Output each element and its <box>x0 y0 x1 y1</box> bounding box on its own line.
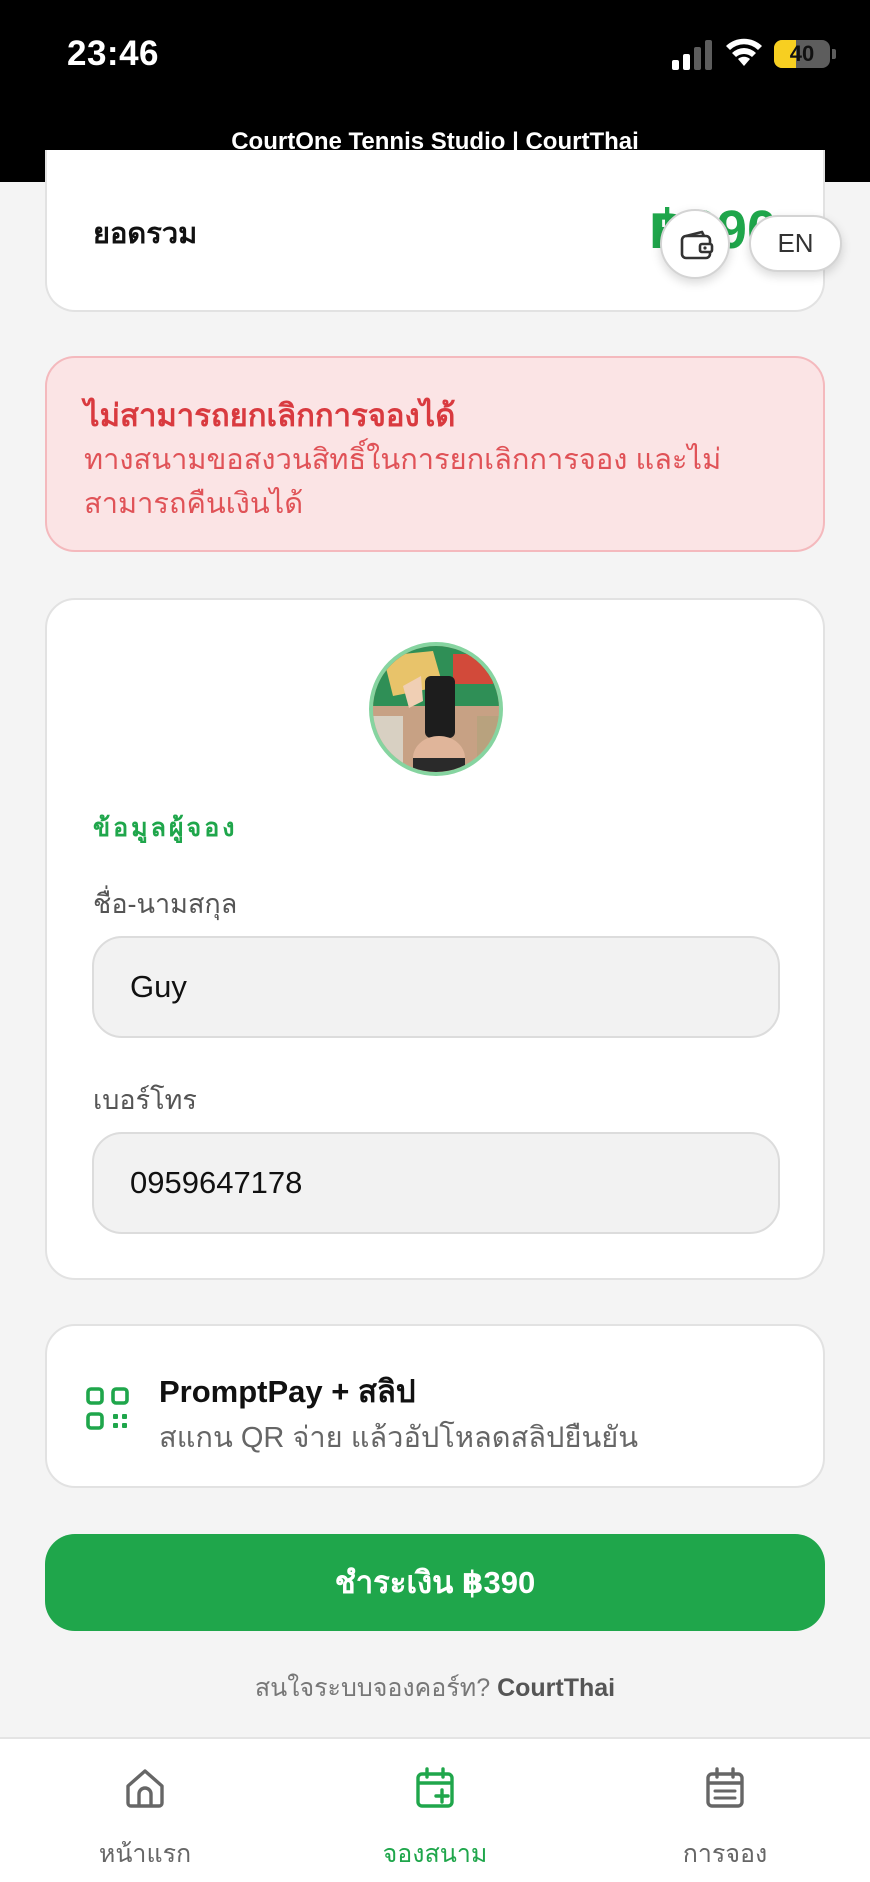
booker-info-card: ข้อมูลผู้จอง ชื่อ-นามสกุล Guy เบอร์โทร 0… <box>45 598 825 1280</box>
name-input[interactable]: Guy <box>92 936 780 1038</box>
signal-icon <box>672 40 712 70</box>
nav-my-bookings[interactable]: การจอง <box>580 1739 870 1882</box>
calendar-list-icon <box>706 1767 744 1808</box>
nav-my-bookings-label: การจอง <box>682 1840 768 1868</box>
nav-home[interactable]: หน้าแรก <box>0 1739 290 1882</box>
name-label: ชื่อ-นามสกุล <box>93 889 238 919</box>
wallet-button[interactable] <box>660 209 730 279</box>
nav-book-court[interactable]: จองสนาม <box>290 1739 580 1882</box>
wallet-icon <box>680 230 714 260</box>
nav-book-court-label: จองสนาม <box>382 1840 488 1868</box>
battery-tip <box>832 49 836 59</box>
no-cancel-warning: ไม่สามารถยกเลิกการจองได้ ทางสนามขอสงวนสิ… <box>45 356 825 552</box>
footer-brand-link[interactable]: CourtThai <box>497 1674 615 1702</box>
profile-photo <box>373 646 499 772</box>
payment-method-subtitle: สแกน QR จ่าย แล้วอัปโหลดสลิปยืนยัน <box>159 1422 639 1454</box>
wifi-icon <box>726 38 762 66</box>
status-bar: 23:46 40 <box>0 0 870 110</box>
battery-percent: 40 <box>789 41 815 66</box>
payment-method-title: PromptPay + สลิป <box>159 1374 416 1409</box>
total-label: ยอดรวม <box>93 218 198 250</box>
avatar[interactable] <box>369 642 503 776</box>
pay-button[interactable]: ชำระเงิน ฿390 <box>45 1534 825 1631</box>
nav-home-label: หน้าแรก <box>98 1840 192 1868</box>
warning-text: ทางสนามขอสงวนสิทธิ์ในการยกเลิกการจอง และ… <box>84 444 722 520</box>
warning-title: ไม่สามารถยกเลิกการจองได้ <box>84 398 456 433</box>
qr-code-icon <box>86 1387 129 1430</box>
payment-method-card[interactable]: PromptPay + สลิป สแกน QR จ่าย แล้วอัปโหล… <box>45 1324 825 1488</box>
phone-label: เบอร์โทร <box>93 1085 197 1115</box>
home-icon <box>126 1769 164 1808</box>
calendar-plus-icon <box>416 1767 454 1808</box>
footer-prompt: สนใจระบบจองคอร์ท? <box>254 1674 491 1702</box>
booker-section-label: ข้อมูลผู้จอง <box>93 814 238 842</box>
bottom-nav: หน้าแรก จองสนาม การจอง <box>0 1737 870 1882</box>
phone-input[interactable]: 0959647178 <box>92 1132 780 1234</box>
status-time: 23:46 <box>67 34 160 73</box>
battery-icon: 40 <box>774 40 830 68</box>
language-toggle-button[interactable]: EN <box>749 215 842 272</box>
footer-note: สนใจระบบจองคอร์ท? CourtThai <box>0 1668 870 1708</box>
